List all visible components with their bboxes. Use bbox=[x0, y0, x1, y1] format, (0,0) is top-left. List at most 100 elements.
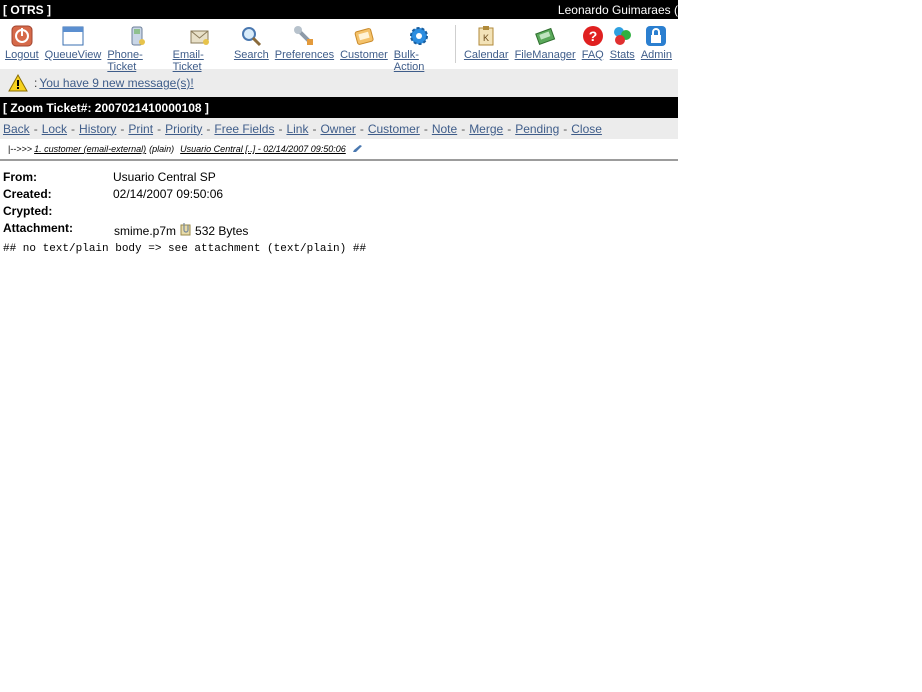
menu-back[interactable]: Back bbox=[3, 122, 30, 136]
nav-phone-ticket-label: Phone-Ticket bbox=[107, 49, 143, 73]
menu-separator: - bbox=[312, 121, 317, 136]
nav-admin-label: Admin bbox=[640, 49, 672, 61]
calendar-icon: K bbox=[478, 26, 494, 46]
nav-logout[interactable]: Logout bbox=[5, 25, 39, 61]
nav-logout-label: Logout bbox=[5, 49, 39, 61]
nav-email-ticket[interactable]: Email-Ticket bbox=[173, 25, 228, 73]
crypted-label: Crypted: bbox=[3, 204, 53, 218]
nav-bulk-action-label: Bulk-Action bbox=[393, 49, 425, 73]
article-header: From: Usuario Central SP Created: 02/14/… bbox=[0, 170, 678, 243]
from-value: Usuario Central SP bbox=[113, 170, 216, 184]
nav-bulk-action[interactable]: Bulk-Action bbox=[394, 25, 445, 73]
article-type: (plain) bbox=[149, 144, 175, 154]
phone-icon bbox=[131, 26, 145, 46]
nav-stats-label: Stats bbox=[609, 49, 635, 61]
menu-separator: - bbox=[33, 121, 38, 136]
attachment-icon[interactable] bbox=[179, 222, 193, 236]
nav-search[interactable]: Search bbox=[234, 25, 269, 61]
top-header: [ OTRS ] Leonardo Guimaraes ( bbox=[0, 0, 678, 19]
new-messages-link[interactable]: You have 9 new message(s)! bbox=[39, 76, 193, 90]
nav-calendar-label: Calendar bbox=[463, 49, 509, 61]
nav-search-label: Search bbox=[233, 49, 269, 61]
envelope-icon bbox=[190, 30, 210, 45]
menu-separator: - bbox=[278, 121, 283, 136]
article-body: ## no text/plain body => see attachment … bbox=[3, 243, 367, 255]
menu-link[interactable]: Link bbox=[286, 122, 308, 136]
nav-phone-ticket[interactable]: Phone-Ticket bbox=[107, 25, 166, 73]
menu-separator: - bbox=[71, 121, 76, 136]
nav-customer[interactable]: Customer bbox=[340, 25, 388, 61]
article-tree: |-->>> 1. customer (email-external) (pla… bbox=[0, 139, 678, 161]
svg-text:?: ? bbox=[588, 28, 597, 44]
warning-icon bbox=[8, 74, 28, 92]
crypted-row: Crypted: bbox=[0, 204, 678, 221]
gear-icon bbox=[410, 27, 429, 45]
created-row: Created: 02/14/2007 09:50:06 bbox=[0, 187, 678, 204]
user-name: Leonardo Guimaraes ( bbox=[557, 2, 678, 17]
ticket-title-bar: [ Zoom Ticket#: 2007021410000108 ] bbox=[0, 97, 678, 118]
menu-separator: - bbox=[206, 121, 211, 136]
menu-separator: - bbox=[157, 121, 162, 136]
address-book-icon bbox=[354, 28, 374, 45]
attachment-file-link[interactable]: smime.p7m bbox=[114, 224, 176, 238]
nav-faq[interactable]: ? FAQ bbox=[582, 25, 604, 61]
article-link[interactable]: 1. customer (email-external) bbox=[34, 144, 146, 154]
menu-print[interactable]: Print bbox=[128, 122, 153, 136]
nav-stats[interactable]: Stats bbox=[610, 25, 635, 61]
ticket-title: [ Zoom Ticket#: 2007021410000108 ] bbox=[3, 100, 209, 115]
nav-separator bbox=[455, 25, 456, 63]
tree-prefix: |-->>> bbox=[8, 144, 33, 154]
attachment-size: 532 Bytes bbox=[195, 224, 249, 238]
menu-separator: - bbox=[120, 121, 125, 136]
from-label: From: bbox=[3, 170, 37, 184]
menu-note[interactable]: Note bbox=[432, 122, 457, 136]
menu-customer[interactable]: Customer bbox=[368, 122, 420, 136]
menu-separator: - bbox=[359, 121, 364, 136]
menu-close[interactable]: Close bbox=[571, 122, 602, 136]
menu-separator: - bbox=[461, 121, 466, 136]
notification-prefix: : bbox=[34, 76, 38, 90]
nav-faq-label: FAQ bbox=[581, 49, 604, 61]
file-manager-icon bbox=[535, 27, 556, 46]
from-row: From: Usuario Central SP bbox=[0, 170, 678, 187]
nav-toolbar: Logout QueueView Phone-Ticket Email-Tick… bbox=[0, 19, 678, 73]
question-icon: ? bbox=[582, 26, 603, 46]
nav-customer-label: Customer bbox=[340, 49, 388, 61]
menu-merge[interactable]: Merge bbox=[469, 122, 503, 136]
nav-queueview-label: QueueView bbox=[44, 49, 102, 61]
created-value: 02/14/2007 09:50:06 bbox=[113, 187, 224, 201]
created-label: Created: bbox=[3, 187, 52, 201]
menu-separator: - bbox=[507, 121, 512, 136]
attachment-label: Attachment: bbox=[3, 221, 74, 235]
menu-lock[interactable]: Lock bbox=[42, 122, 67, 136]
menu-separator: - bbox=[423, 121, 428, 136]
notification-bar: : You have 9 new message(s)! bbox=[0, 69, 678, 97]
menu-free-fields[interactable]: Free Fields bbox=[214, 122, 274, 136]
nav-filemanager[interactable]: FileManager bbox=[515, 25, 576, 61]
lock-icon bbox=[646, 26, 667, 46]
app-title: [ OTRS ] bbox=[3, 2, 51, 17]
nav-preferences[interactable]: Preferences bbox=[275, 25, 334, 61]
ticket-action-menu: Back - Lock - History - Print - Priority - Fr… bbox=[0, 118, 678, 139]
menu-history[interactable]: History bbox=[79, 122, 116, 136]
otrs-page: [ OTRS ] Leonardo Guimaraes ( Logout Que… bbox=[0, 0, 678, 255]
wrench-icon bbox=[294, 26, 314, 45]
nav-queueview[interactable]: QueueView bbox=[44, 25, 102, 61]
attachment-value: smime.p7m 532 Bytes bbox=[113, 220, 248, 238]
nav-admin[interactable]: Admin bbox=[641, 25, 672, 61]
menu-separator: - bbox=[563, 121, 568, 136]
menu-pending[interactable]: Pending bbox=[515, 122, 559, 136]
nav-filemanager-label: FileManager bbox=[514, 49, 576, 61]
menu-priority[interactable]: Priority bbox=[165, 122, 202, 136]
nav-calendar[interactable]: K Calendar bbox=[464, 25, 509, 61]
menu-owner[interactable]: Owner bbox=[320, 122, 355, 136]
stats-icon bbox=[614, 27, 632, 45]
window-icon bbox=[62, 26, 84, 46]
power-icon bbox=[11, 25, 33, 47]
nav-preferences-label: Preferences bbox=[274, 49, 335, 61]
pencil-icon[interactable] bbox=[352, 145, 362, 153]
nav-email-ticket-label: Email-Ticket bbox=[172, 49, 204, 73]
svg-text:K: K bbox=[483, 33, 489, 43]
article-summary-link[interactable]: Usuario Central [..] - 02/14/2007 09:50:… bbox=[180, 144, 346, 154]
attachment-row: Attachment: smime.p7m 532 Bytes bbox=[0, 221, 678, 243]
